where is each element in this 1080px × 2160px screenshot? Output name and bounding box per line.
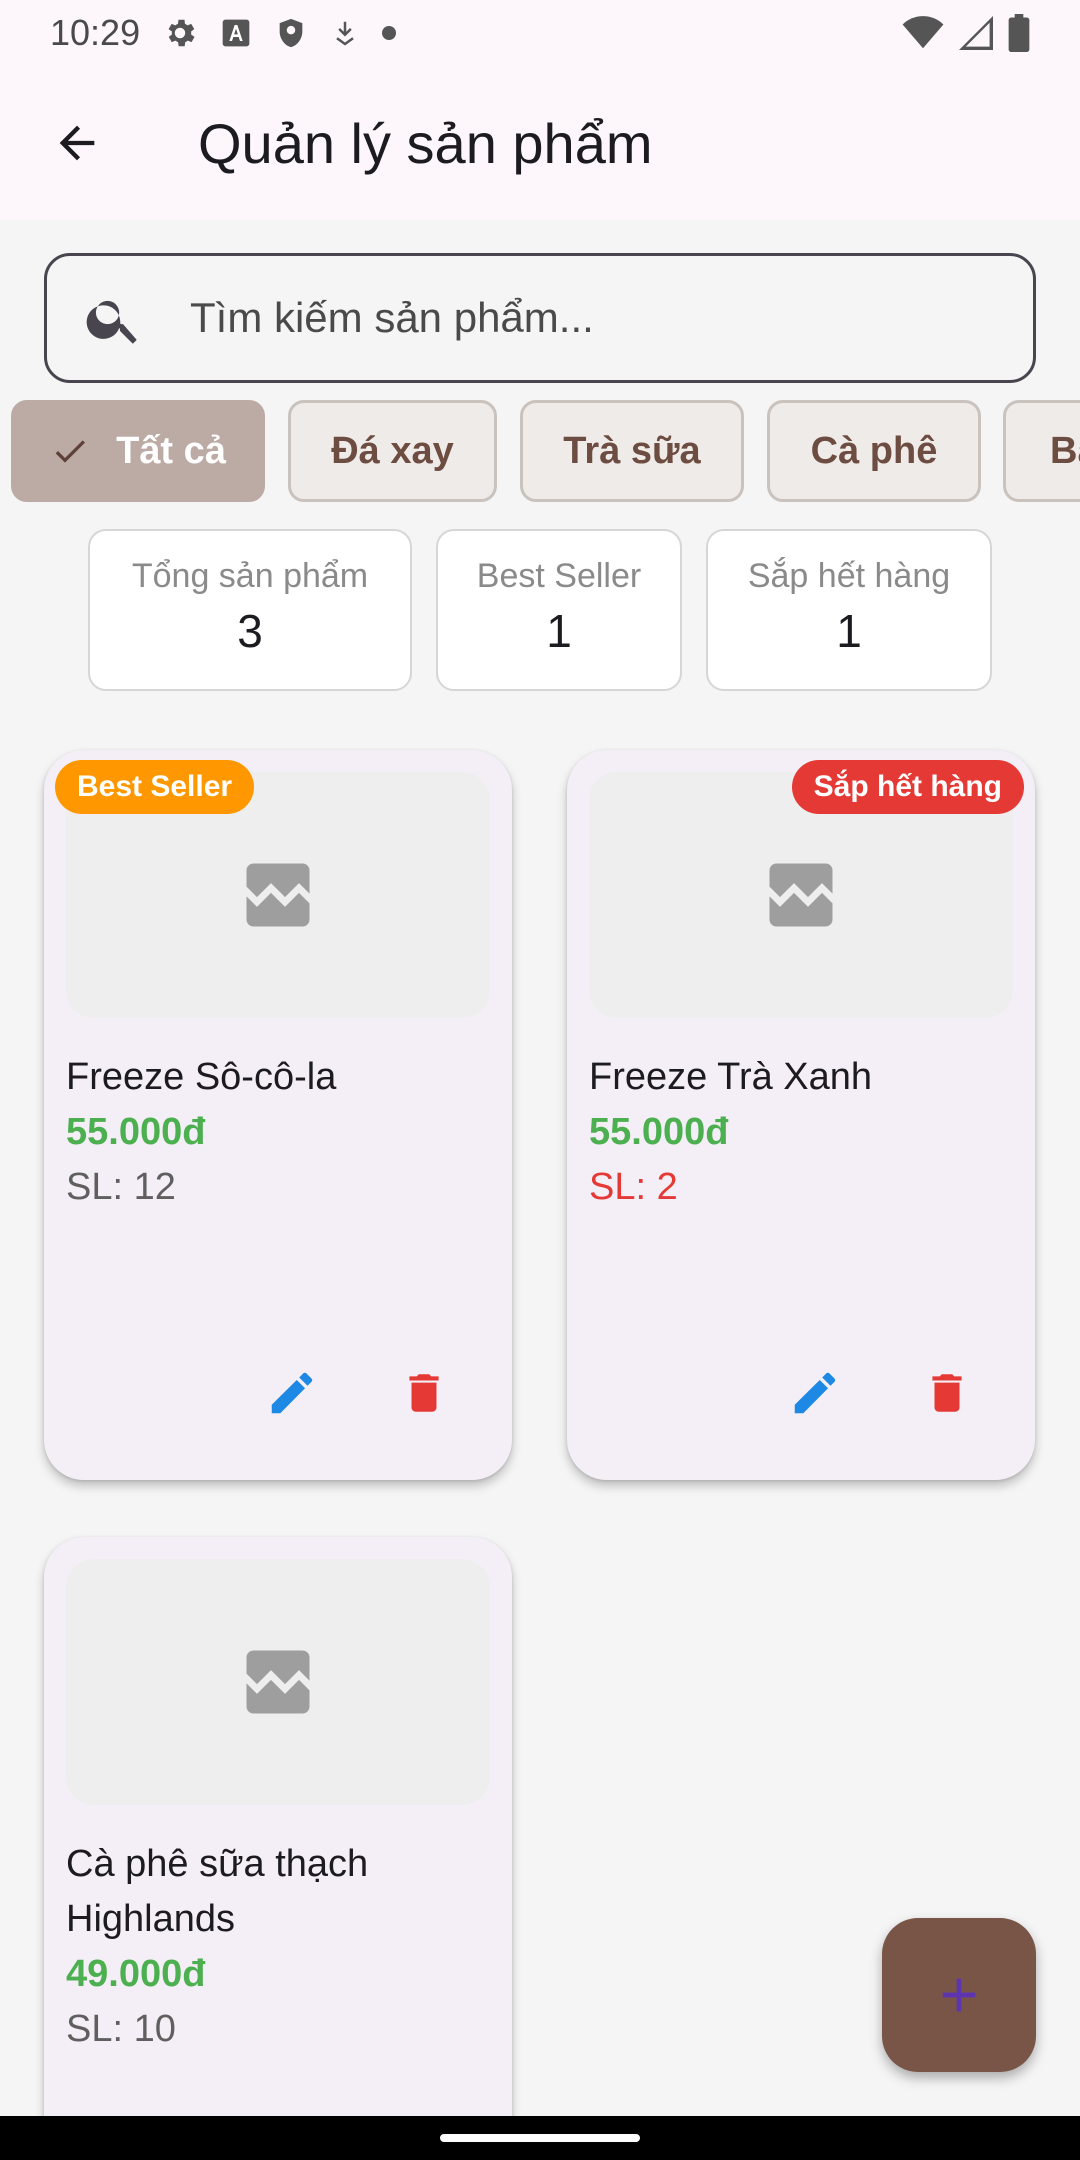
broken-image-icon [769,863,833,927]
stat-value: 1 [546,605,572,657]
download-icon [330,16,360,50]
badge-low-stock: Sắp hết hàng [791,760,1024,814]
delete-icon [409,1374,439,1412]
home-gesture-handle[interactable] [440,2134,640,2142]
product-qty: SL: 12 [66,1166,176,1208]
status-bar: 10:29 [0,0,1080,66]
stat-best-seller: Best Seller 1 [436,529,682,691]
edit-button[interactable] [257,1358,327,1428]
search-icon [86,300,137,344]
product-info: Freeze Sô-cô-la 55.000đ SL: 12 [66,1050,490,1215]
app-bar: Quản lý sản phẩm [0,66,1080,220]
chip-ca-phe[interactable]: Cà phê [767,400,981,502]
product-name: Cà phê sữa thạch Highlands [66,1843,369,1940]
page-title: Quản lý sản phẩm [198,111,653,175]
stat-total-products: Tổng sản phẩm 3 [88,529,412,691]
stat-value: 3 [237,605,263,657]
stat-value: 1 [836,605,862,657]
stat-label: Tổng sản phẩm [131,557,369,595]
check-icon [55,440,86,463]
product-card[interactable]: Best Seller Freeze Sô-cô-la 55.000đ SL: … [44,750,512,1480]
stat-low-stock: Sắp hết hàng 1 [706,529,992,691]
product-info: Cà phê sữa thạch Highlands 49.000đ SL: 1… [66,1837,490,2057]
chip-label: Cà phê [810,429,938,472]
product-name: Freeze Sô-cô-la [66,1056,337,1098]
delete-button[interactable] [912,1358,982,1428]
category-filter-chips: Tất cả Đá xay Trà sữa Cà phê Ba [0,398,1080,504]
product-card[interactable]: Sắp hết hàng Freeze Trà Xanh 55.000đ SL:… [567,750,1035,1480]
product-info: Freeze Trà Xanh 55.000đ SL: 2 [589,1050,1013,1215]
signal-icon [958,16,994,50]
chip-ba[interactable]: Ba [1003,400,1080,502]
product-name: Freeze Trà Xanh [589,1056,873,1098]
add-product-button[interactable] [882,1918,1036,2072]
edit-icon [794,1372,836,1414]
product-card[interactable]: Cà phê sữa thạch Highlands 49.000đ SL: 1… [44,1537,512,2157]
badge-best-seller: Best Seller [55,760,255,814]
shield-icon [274,15,308,51]
chip-label: Ba [1050,429,1080,472]
product-qty: SL: 10 [66,2008,176,2050]
stat-label: Best Seller [476,557,642,595]
broken-image-icon [246,863,310,927]
chip-tra-sua[interactable]: Trà sữa [520,400,744,502]
edit-button[interactable] [780,1358,850,1428]
chip-label: Trà sữa [563,429,701,472]
product-price: 55.000đ [66,1111,206,1153]
back-button[interactable] [42,108,112,178]
product-qty: SL: 2 [589,1166,678,1208]
battery-icon [1008,14,1030,52]
chip-da-xay[interactable]: Đá xay [288,400,497,502]
chip-label: Tất cả [116,429,226,472]
wifi-icon [902,16,944,50]
product-price: 55.000đ [589,1111,729,1153]
broken-image-icon [246,1650,310,1714]
chip-all[interactable]: Tất cả [11,400,265,502]
search-input[interactable]: Tìm kiếm sản phẩm... [44,253,1036,383]
product-image-placeholder [66,1559,490,1805]
dot-icon [382,26,397,40]
system-nav-bar [0,2116,1080,2160]
status-time: 10:29 [50,12,141,53]
edit-icon [271,1372,313,1414]
delete-icon [932,1374,962,1412]
gear-icon [162,15,198,51]
arrow-back-icon [59,125,95,161]
plus-icon [942,1978,976,2012]
delete-button[interactable] [389,1358,459,1428]
chip-label: Đá xay [331,429,454,472]
search-placeholder: Tìm kiếm sản phẩm... [190,294,594,341]
product-price: 49.000đ [66,1953,206,1995]
font-a-icon [220,17,252,49]
stat-label: Sắp hết hàng [747,557,951,595]
